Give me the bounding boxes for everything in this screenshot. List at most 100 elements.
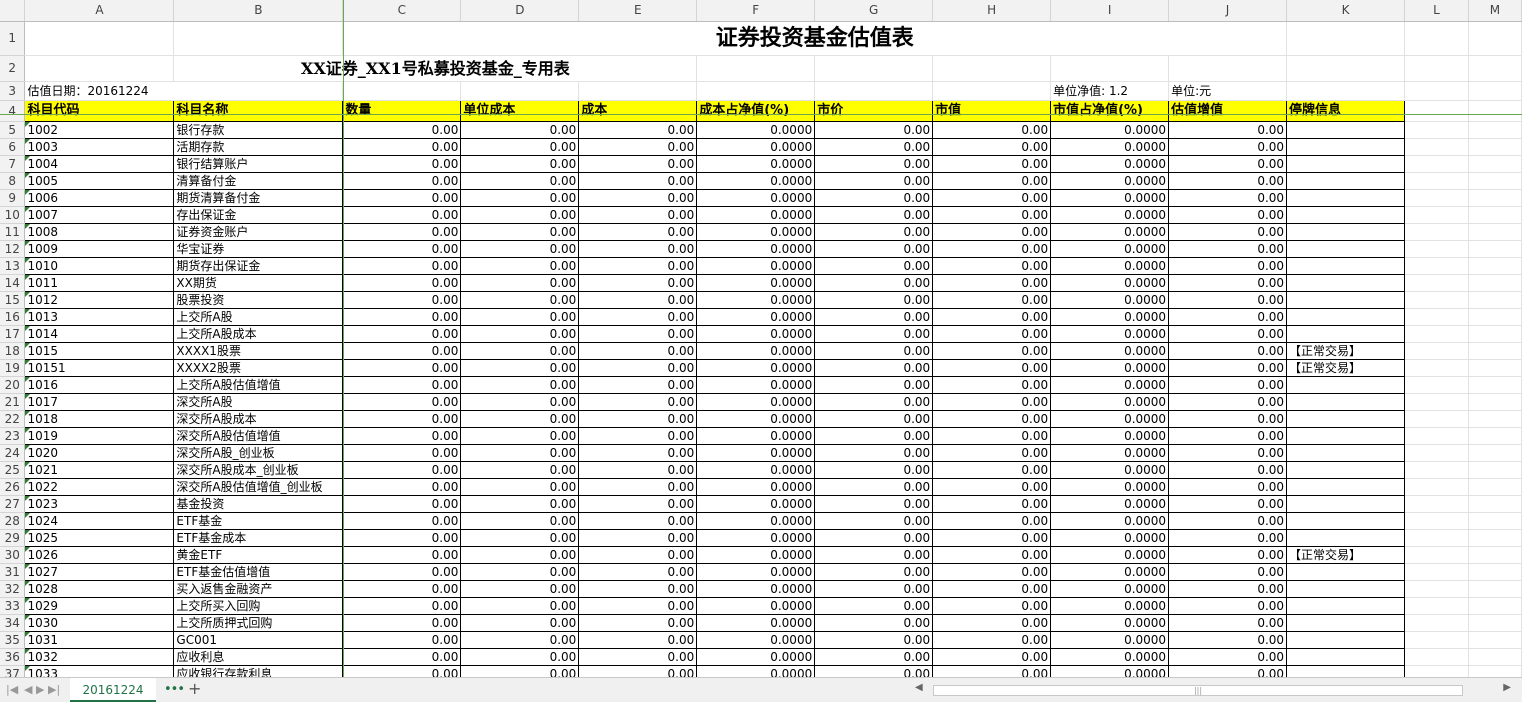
quantity-cell[interactable]: 0.00	[342, 138, 462, 156]
suspension-info-cell[interactable]	[1286, 495, 1405, 513]
cost-cell[interactable]: 0.00	[578, 427, 698, 445]
header-cost-pct[interactable]: 成本占净值(%)	[696, 100, 816, 122]
cell[interactable]	[1468, 648, 1522, 666]
subject-code-cell[interactable]: 1027	[24, 563, 175, 581]
cell[interactable]	[1404, 274, 1469, 292]
market-value-pct-cell[interactable]: 0.0000	[1050, 546, 1170, 564]
header-cost[interactable]: 成本	[578, 100, 698, 122]
quantity-cell[interactable]: 0.00	[342, 580, 462, 598]
market-value-cell[interactable]: 0.00	[932, 461, 1052, 479]
subject-code-cell[interactable]: 1004	[24, 155, 175, 173]
cost-pct-cell[interactable]: 0.0000	[696, 529, 816, 547]
subject-name-cell[interactable]: 深交所A股成本_创业板	[173, 461, 344, 479]
unit-cost-cell[interactable]: 0.00	[460, 648, 580, 666]
cell[interactable]	[1468, 155, 1522, 173]
cell[interactable]	[1468, 512, 1522, 530]
scroll-right-icon[interactable]: ▶	[1503, 682, 1511, 693]
cost-cell[interactable]: 0.00	[578, 580, 698, 598]
subject-name-cell[interactable]: 深交所A股成本	[173, 410, 344, 428]
cell[interactable]	[1404, 138, 1469, 156]
market-value-cell[interactable]: 0.00	[932, 546, 1052, 564]
unit-cost-cell[interactable]: 0.00	[460, 308, 580, 326]
market-value-cell[interactable]: 0.00	[932, 342, 1052, 360]
cell[interactable]	[1404, 512, 1469, 530]
subject-name-cell[interactable]: 应收银行存款利息	[173, 665, 344, 677]
unit-cost-cell[interactable]: 0.00	[460, 172, 580, 190]
valuation-gain-cell[interactable]: 0.00	[1168, 512, 1288, 530]
cost-cell[interactable]: 0.00	[578, 410, 698, 428]
cell[interactable]	[1404, 81, 1469, 101]
suspension-info-cell[interactable]	[1286, 325, 1405, 343]
subject-name-cell[interactable]: 上交所买入回购	[173, 597, 344, 615]
market-value-cell[interactable]: 0.00	[932, 240, 1052, 258]
market-value-pct-cell[interactable]: 0.0000	[1050, 614, 1170, 632]
cost-pct-cell[interactable]: 0.0000	[696, 121, 816, 139]
cell[interactable]	[1404, 597, 1469, 615]
header-subject-name[interactable]: 科目名称	[173, 100, 344, 122]
valuation-gain-cell[interactable]: 0.00	[1168, 478, 1288, 496]
cell[interactable]	[1468, 478, 1522, 496]
subject-code-cell[interactable]: 1016	[24, 376, 175, 394]
cost-cell[interactable]: 0.00	[578, 325, 698, 343]
market-price-cell[interactable]: 0.00	[814, 257, 934, 275]
valuation-gain-cell[interactable]: 0.00	[1168, 376, 1288, 394]
cost-cell[interactable]: 0.00	[578, 665, 698, 677]
cell[interactable]	[1404, 461, 1469, 479]
market-price-cell[interactable]: 0.00	[814, 427, 934, 445]
cell[interactable]	[1468, 393, 1522, 411]
quantity-cell[interactable]: 0.00	[342, 155, 462, 173]
quantity-cell[interactable]: 0.00	[342, 597, 462, 615]
market-value-cell[interactable]: 0.00	[932, 665, 1052, 677]
cell[interactable]	[1404, 342, 1469, 360]
suspension-info-cell[interactable]	[1286, 665, 1405, 677]
cost-pct-cell[interactable]: 0.0000	[696, 478, 816, 496]
cost-cell[interactable]: 0.00	[578, 393, 698, 411]
cell[interactable]	[1404, 121, 1469, 139]
quantity-cell[interactable]: 0.00	[342, 308, 462, 326]
market-price-cell[interactable]: 0.00	[814, 138, 934, 156]
valuation-gain-cell[interactable]: 0.00	[1168, 240, 1288, 258]
valuation-gain-cell[interactable]: 0.00	[1168, 206, 1288, 224]
valuation-gain-cell[interactable]: 0.00	[1168, 274, 1288, 292]
cell[interactable]	[1404, 427, 1469, 445]
valuation-gain-cell[interactable]: 0.00	[1168, 393, 1288, 411]
quantity-cell[interactable]: 0.00	[342, 563, 462, 581]
market-value-pct-cell[interactable]: 0.0000	[1050, 240, 1170, 258]
valuation-gain-cell[interactable]: 0.00	[1168, 342, 1288, 360]
header-market-price[interactable]: 市价	[814, 100, 934, 122]
cell[interactable]	[1468, 410, 1522, 428]
row-header[interactable]: 23	[0, 427, 26, 445]
market-value-cell[interactable]: 0.00	[932, 274, 1052, 292]
cost-pct-cell[interactable]: 0.0000	[696, 206, 816, 224]
market-price-cell[interactable]: 0.00	[814, 206, 934, 224]
row-header[interactable]: 31	[0, 563, 26, 581]
market-price-cell[interactable]: 0.00	[814, 478, 934, 496]
market-value-cell[interactable]: 0.00	[932, 444, 1052, 462]
subject-code-cell[interactable]: 1028	[24, 580, 175, 598]
subject-name-cell[interactable]: 银行存款	[173, 121, 344, 139]
suspension-info-cell[interactable]	[1286, 444, 1405, 462]
cost-cell[interactable]: 0.00	[578, 376, 698, 394]
valuation-gain-cell[interactable]: 0.00	[1168, 614, 1288, 632]
cell[interactable]	[1468, 342, 1522, 360]
unit-cost-cell[interactable]: 0.00	[460, 274, 580, 292]
cell[interactable]	[1468, 631, 1522, 649]
valuation-gain-cell[interactable]: 0.00	[1168, 461, 1288, 479]
cell[interactable]	[1468, 580, 1522, 598]
horizontal-scrollbar[interactable]: ◀ ||| ▶	[905, 682, 1517, 698]
valuation-gain-cell[interactable]: 0.00	[1168, 597, 1288, 615]
header-valuation-gain[interactable]: 估值增值	[1168, 100, 1288, 122]
market-price-cell[interactable]: 0.00	[814, 529, 934, 547]
quantity-cell[interactable]: 0.00	[342, 206, 462, 224]
subject-code-cell[interactable]: 1015	[24, 342, 175, 360]
cost-cell[interactable]: 0.00	[578, 461, 698, 479]
market-price-cell[interactable]: 0.00	[814, 291, 934, 309]
cost-pct-cell[interactable]: 0.0000	[696, 189, 816, 207]
market-value-cell[interactable]: 0.00	[932, 597, 1052, 615]
quantity-cell[interactable]: 0.00	[342, 614, 462, 632]
cell[interactable]	[460, 81, 580, 101]
valuation-gain-cell[interactable]: 0.00	[1168, 529, 1288, 547]
column-header-d[interactable]: D	[460, 0, 580, 22]
row-header[interactable]: 13	[0, 257, 26, 275]
subject-code-cell[interactable]: 1007	[24, 206, 175, 224]
